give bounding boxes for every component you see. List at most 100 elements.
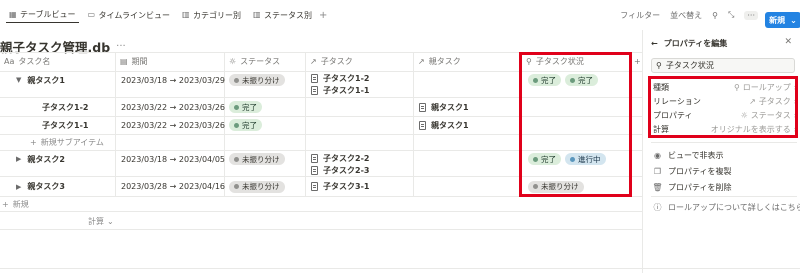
expand-triangle-icon[interactable]: ▶ [16, 155, 21, 163]
panel-title: プロパティを編集 [663, 39, 728, 48]
table-row-name[interactable]: ▶ 親タスク2 [16, 151, 65, 167]
row-title: 親タスク1 [27, 75, 65, 85]
action-label: プロパティを削除 [668, 183, 732, 192]
page-icon [311, 73, 318, 83]
table-row-name[interactable]: ▼ 親タスク1 [16, 72, 65, 88]
view-tabs-bar: ▦ テーブルビュー ▭ タイムラインビュー ▥ カテゴリー別 ▥ ステータス別 … [0, 0, 640, 30]
status-cell[interactable]: 完了 [229, 116, 262, 134]
sort-button[interactable]: 並べ替え [670, 10, 702, 21]
close-icon[interactable]: ✕ [784, 37, 792, 47]
expand-triangle-icon[interactable]: ▶ [16, 183, 21, 191]
child-relation-item[interactable]: 子タスク1-2 [311, 72, 369, 84]
table-row-name[interactable]: ▶ 親タスク3 [16, 177, 65, 196]
duplicate-icon: ❐ [653, 167, 662, 176]
status-icon: ☼ [229, 57, 237, 66]
tab-label: タイムラインビュー [98, 10, 170, 20]
tab-label: カテゴリー別 [192, 10, 241, 20]
help-icon: ⓘ [653, 203, 662, 212]
status-cell[interactable]: 未振り分け [229, 151, 285, 167]
timeline-icon: ▭ [87, 10, 96, 19]
hide-in-view-button[interactable]: ◉ ビューで非表示 [653, 150, 724, 161]
status-badge: 未振り分け [229, 153, 285, 165]
status-dot-icon [234, 104, 239, 110]
property-name-input[interactable]: ⚲ 子タスク状況 [651, 58, 795, 73]
more-icon[interactable]: ··· [744, 10, 758, 20]
column-header-label: タスク名 [18, 57, 51, 66]
parent-relation-item[interactable]: 親タスク1 [419, 116, 469, 134]
status-cell[interactable]: 未振り分け [229, 177, 285, 196]
page-icon [311, 182, 318, 191]
panel-header: ← プロパティを編集 [651, 38, 727, 49]
child-relation-item[interactable]: 子タスク1-1 [311, 84, 369, 96]
row-divider [0, 211, 642, 212]
status-cell[interactable]: 未振り分け [229, 72, 285, 88]
new-row-button[interactable]: + 新規 [2, 197, 29, 211]
period-cell[interactable]: 2023/03/18 → 2023/03/29 [121, 72, 225, 88]
column-header-status[interactable]: ☼ ステータス [225, 52, 280, 71]
chevron-down-icon[interactable]: ⌄ [790, 16, 797, 25]
table-row-name[interactable]: 子タスク1-1 [42, 116, 88, 134]
relation-label: 子タスク1-2 [323, 73, 370, 83]
calculate-label: 計算 [88, 216, 104, 226]
row-title: 親タスク3 [27, 182, 65, 191]
child-relation-item[interactable]: 子タスク3-1 [311, 177, 369, 196]
child-relation-item[interactable]: 子タスク2-2 [311, 152, 369, 164]
calculate-button[interactable]: 計算 ⌄ [88, 214, 114, 228]
column-header-name[interactable]: Aa タスク名 [0, 52, 50, 71]
tab-table-view[interactable]: ▦ テーブルビュー [6, 7, 79, 23]
status-dot-icon [234, 77, 239, 83]
page-icon [419, 102, 426, 112]
status-badge: 未振り分け [229, 74, 285, 86]
text-type-icon: Aa [4, 57, 15, 66]
expand-icon[interactable]: ⤡ [728, 10, 734, 20]
child-relation-item[interactable]: 子タスク2-3 [311, 164, 369, 176]
column-header-period[interactable]: ▤ 期間 [116, 52, 148, 71]
highlight-box [648, 76, 798, 138]
period-cell[interactable]: 2023/03/22 → 2023/03/26 [121, 116, 225, 134]
filter-button[interactable]: フィルター [620, 10, 660, 21]
tab-timeline-view[interactable]: ▭ タイムラインビュー [85, 8, 173, 23]
period-cell[interactable]: 2023/03/18 → 2023/04/05 [121, 151, 225, 167]
tab-label: テーブルビュー [20, 10, 76, 19]
toolbar: フィルター 並べ替え ⚲ ⤡ ··· [620, 0, 758, 30]
page-icon [311, 85, 318, 95]
more-icon[interactable]: ··· [116, 41, 126, 52]
column-header-label: ステータス [240, 57, 281, 66]
period-cell[interactable]: 2023/03/22 → 2023/03/26 [121, 98, 225, 116]
new-subitem-button[interactable]: + 新規サブアイテム [30, 134, 104, 150]
highlight-box [519, 52, 632, 197]
action-label: ビューで非表示 [668, 151, 724, 160]
relation-label: 子タスク2-2 [323, 153, 370, 163]
status-cell[interactable]: 完了 [229, 98, 262, 116]
column-header-parent[interactable]: ↗ 親タスク [414, 52, 461, 71]
learn-rollup-link[interactable]: ⓘ ロールアップについて詳しくはこちら [653, 202, 800, 213]
period-cell[interactable]: 2023/03/28 → 2023/04/16 [121, 177, 225, 196]
status-dot-icon [234, 122, 239, 128]
chevron-down-icon: ⌄ [107, 216, 114, 226]
column-header-label: 期間 [131, 57, 148, 66]
column-header-label: 親タスク [428, 57, 461, 66]
search-icon[interactable]: ⚲ [712, 11, 718, 20]
collapse-triangle-icon[interactable]: ▼ [16, 76, 21, 84]
relation-arrow-icon: ↗ [310, 57, 317, 66]
back-arrow-icon[interactable]: ← [651, 39, 658, 48]
delete-property-button[interactable]: 🗑 プロパティを削除 [652, 182, 732, 193]
status-badge-label: 未振り分け [242, 182, 280, 191]
add-view-icon[interactable]: + [319, 10, 327, 21]
tab-status-board[interactable]: ▥ ステータス別 [250, 8, 315, 23]
new-button[interactable]: 新規 ⌄ [765, 12, 800, 28]
table-row-name[interactable]: 子タスク1-2 [42, 98, 88, 116]
column-divider [305, 52, 306, 196]
relation-arrow-icon: ↗ [418, 57, 425, 66]
status-dot-icon [234, 184, 239, 189]
status-badge: 完了 [229, 101, 262, 113]
duplicate-property-button[interactable]: ❐ プロパティを複製 [653, 166, 732, 177]
relation-label: 親タスク1 [431, 102, 469, 112]
parent-relation-item[interactable]: 親タスク1 [419, 98, 469, 116]
board-icon: ▥ [252, 10, 261, 19]
status-badge-label: 完了 [242, 120, 257, 130]
column-header-label: 子タスク [320, 57, 353, 66]
column-header-child[interactable]: ↗ 子タスク [306, 52, 353, 71]
tab-category-board[interactable]: ▥ カテゴリー別 [179, 8, 244, 23]
status-badge-label: 完了 [242, 102, 257, 112]
